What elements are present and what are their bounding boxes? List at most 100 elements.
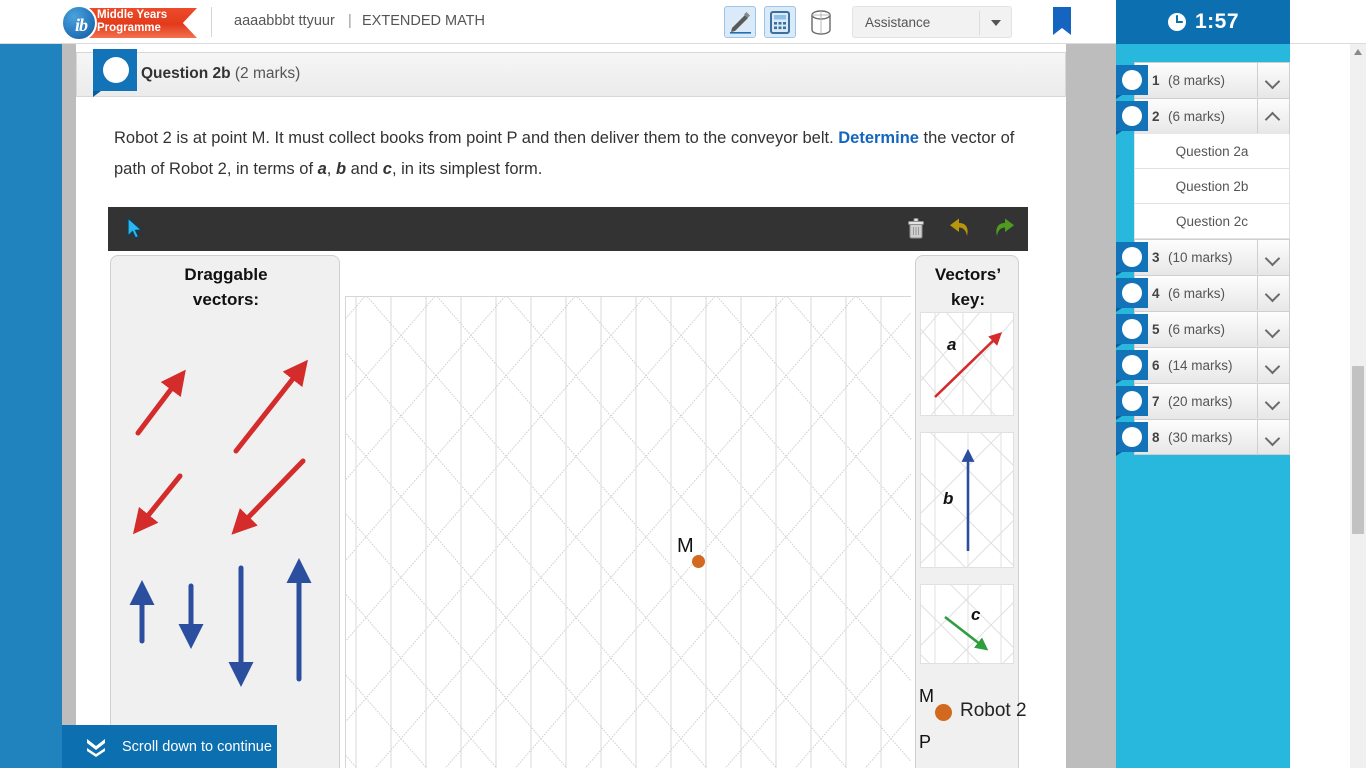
qnav-flag-1[interactable] <box>1116 65 1148 99</box>
qnav-flag-7[interactable] <box>1116 386 1148 420</box>
grid-point-marker-M[interactable] <box>692 555 705 568</box>
question-navigation: 1 (8 marks) 2 (6 marks) Question 2a Question … <box>1116 62 1290 456</box>
qnav-toggle-6[interactable] <box>1257 348 1289 382</box>
question-flag-circle <box>103 57 129 83</box>
qnav-item-3[interactable]: 3 (10 marks) <box>1116 239 1290 276</box>
qnav-subitem-question-2a[interactable]: Question 2a <box>1134 134 1290 169</box>
logo-line-2: Programme <box>97 22 161 34</box>
qnav-flag-circle <box>1122 70 1142 90</box>
qnav-toggle-3[interactable] <box>1257 240 1289 274</box>
draggable-vector-red-2[interactable] <box>233 359 308 454</box>
pen-tool-button[interactable] <box>724 6 756 38</box>
page-scrollbar-track[interactable] <box>1350 44 1366 768</box>
grid-point-label-M: M <box>677 535 694 557</box>
calculator-tool-button[interactable] <box>764 6 796 38</box>
right-gutter <box>1066 44 1116 768</box>
undo-button[interactable] <box>946 216 972 242</box>
qnav-subitem-label: Question 2c <box>1175 213 1249 229</box>
calculator-icon <box>770 11 790 34</box>
vectors-key-title-line-2: key: <box>950 290 986 309</box>
logo-ribbon-text: Middle Years Programme <box>97 9 193 35</box>
point-legend: M Robot 2 P <box>915 686 1066 768</box>
question-header-title: Question 2b (2 marks) <box>141 65 300 83</box>
qnav-subitem-question-2c[interactable]: Question 2c <box>1134 204 1290 239</box>
qnav-flag-5[interactable] <box>1116 314 1148 348</box>
qnav-marks-2: (6 marks) <box>1168 109 1225 124</box>
qnav-flag-6[interactable] <box>1116 350 1148 384</box>
qnav-item-4[interactable]: 4 (6 marks) <box>1116 275 1290 312</box>
draggable-vector-red-3[interactable] <box>132 473 183 535</box>
qnav-number-1: 1 <box>1152 73 1160 88</box>
cursor-icon <box>127 216 143 239</box>
qnav-flag-circle <box>1122 106 1142 126</box>
chevron-down-icon <box>1264 358 1281 375</box>
qnav-marks-8: (30 marks) <box>1168 429 1233 445</box>
vector-a-arrow <box>934 332 1002 398</box>
qnav-toggle-4[interactable] <box>1257 276 1289 310</box>
scroll-down-banner[interactable]: Scroll down to continue <box>62 725 277 768</box>
widget-toolbar <box>108 207 1028 251</box>
vector-key-cell-b: b <box>920 432 1014 568</box>
draggable-vector-red-4[interactable] <box>231 458 306 535</box>
qnav-toggle-1[interactable] <box>1257 63 1289 97</box>
vector-key-letter-c: c <box>971 605 981 624</box>
qnav-item-2[interactable]: 2 (6 marks) <box>1116 98 1290 135</box>
isometric-grid-canvas[interactable]: M P <box>345 296 911 768</box>
qnav-item-5[interactable]: 5 (6 marks) <box>1116 311 1290 348</box>
bookmark-icon[interactable] <box>1053 7 1071 37</box>
variable-c: c <box>382 160 392 178</box>
qnav-item-7[interactable]: 7 (20 marks) <box>1116 383 1290 420</box>
qnav-subitem-question-2b[interactable]: Question 2b <box>1134 169 1290 204</box>
qnav-flag-circle <box>1122 355 1142 375</box>
logo-circle-shape: ib <box>61 5 97 41</box>
scroll-down-text: Scroll down to continue <box>122 738 272 755</box>
qnav-flag-4[interactable] <box>1116 278 1148 312</box>
qnav-item-1[interactable]: 1 (8 marks) <box>1116 62 1290 99</box>
pen-icon <box>730 12 751 34</box>
qnav-flag-2[interactable] <box>1116 101 1148 135</box>
qnav-flag-8[interactable] <box>1116 422 1148 456</box>
qnav-toggle-2[interactable] <box>1257 99 1289 133</box>
qnav-flag-circle <box>1122 247 1142 267</box>
assistance-dropdown[interactable]: Assistance <box>852 6 1012 38</box>
double-chevron-glyph <box>87 739 105 757</box>
left-gutter <box>62 44 76 768</box>
qnav-item-8[interactable]: 8 (30 marks) <box>1116 419 1290 456</box>
qnav-toggle-7[interactable] <box>1257 384 1289 418</box>
qnav-marks-5: (6 marks) <box>1168 322 1225 337</box>
bookmark-glyph <box>1053 7 1071 35</box>
vector-key-cell-c: c <box>920 584 1014 664</box>
delete-button[interactable] <box>903 216 929 242</box>
vector-key-cell-a: a <box>920 312 1014 416</box>
chevron-down-icon <box>1264 73 1281 90</box>
qnav-flag-3[interactable] <box>1116 242 1148 276</box>
redo-icon <box>996 218 1014 236</box>
qnav-flag-circle <box>1122 427 1142 447</box>
cursor-tool-button[interactable] <box>126 216 148 241</box>
qnav-item-6[interactable]: 6 (14 marks) <box>1116 347 1290 384</box>
redo-button[interactable] <box>992 216 1018 242</box>
question-content-area: Question 2b (2 marks) Robot 2 is at poin… <box>76 44 1066 768</box>
qnav-number-4: 4 <box>1152 286 1160 301</box>
qnav-marks-3: (10 marks) <box>1168 250 1233 265</box>
question-flag-marker[interactable] <box>93 49 137 97</box>
scroll-up-arrow-icon[interactable] <box>1354 49 1362 55</box>
question-keyword-determine: Determine <box>838 129 919 147</box>
exam-timer: 1:57 <box>1116 0 1290 44</box>
topbar-separator: | <box>348 13 352 29</box>
clock-icon <box>1167 13 1186 31</box>
subject-name: EXTENDED MATH <box>362 13 485 29</box>
draggable-vector-red-1[interactable] <box>135 369 186 436</box>
assistance-divider <box>979 11 980 35</box>
qnav-toggle-8[interactable] <box>1257 420 1289 454</box>
shape-tool-button[interactable] <box>804 6 836 38</box>
chevron-up-icon <box>1264 111 1281 128</box>
double-chevron-down-icon <box>84 735 108 759</box>
qnav-toggle-5[interactable] <box>1257 312 1289 346</box>
question-text-part1: Robot 2 is at point M. It must collect b… <box>114 129 839 147</box>
timer-value: 1:57 <box>1194 10 1240 33</box>
undo-icon <box>950 218 968 236</box>
page-scrollbar-thumb[interactable] <box>1352 366 1364 534</box>
chevron-down-icon <box>1264 286 1281 303</box>
qnav-subitem-label: Question 2b <box>1175 178 1249 194</box>
